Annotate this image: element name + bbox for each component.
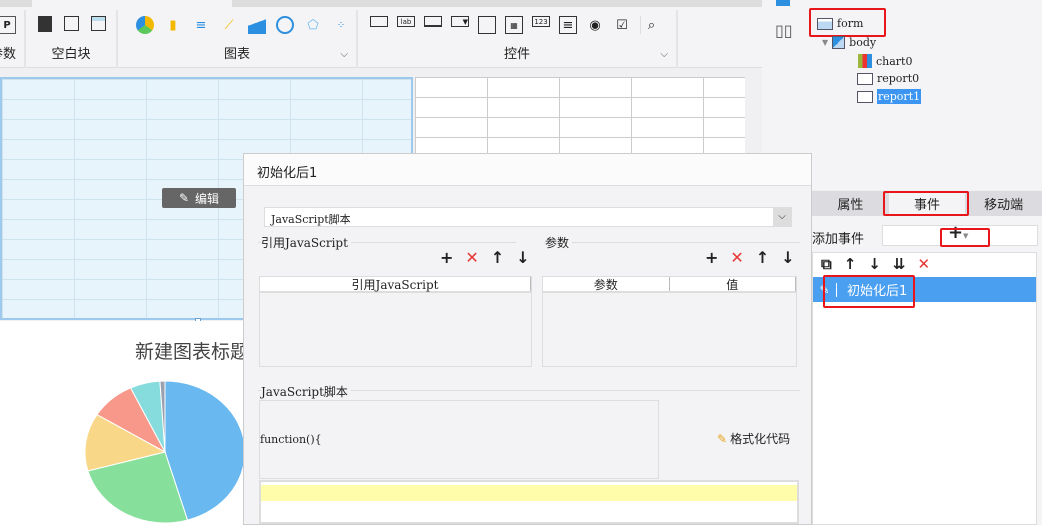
group-label: 参数 [0,47,17,62]
tree-node-body[interactable]: ▼ body [822,36,876,49]
block-icon[interactable] [38,16,52,32]
params-section-label: 参数 [545,234,573,251]
node-label: body [849,36,877,49]
body-icon [832,36,846,49]
chart-icon [858,54,872,68]
column-header: 引用JavaScript [260,277,531,292]
highlight-box [809,8,886,37]
edit-label: 编辑 [195,191,220,206]
bar-chart-icon[interactable]: ▮ [164,16,182,34]
move-up-icon[interactable]: ↑ [844,255,857,273]
move-down-icon[interactable]: ↓ [516,249,529,267]
scatter-chart-icon[interactable]: ⁘ [332,16,350,34]
dialog-title: 初始化后1 [244,154,811,186]
column-header: 值 [670,277,796,292]
tab-block-icon[interactable] [91,16,106,31]
split-block-icon[interactable] [64,16,79,31]
tree-node-report0[interactable]: report0 [857,72,919,85]
group-label: 控件 [503,47,530,62]
code-header-box: function(){ [259,400,659,479]
widget-tree: form ▼ body chart0 report0 report1 [802,0,1042,190]
delete-icon[interactable]: ✕ [730,249,743,267]
ref-js-section-label: 引用JavaScript [261,234,351,251]
move-bottom-icon[interactable]: ⇊ [893,255,906,273]
report-icon [857,90,873,103]
move-up-icon[interactable]: ↑ [491,249,504,267]
label-icon[interactable]: lab [397,16,415,27]
dropdown-icon[interactable]: ▼ [451,16,469,27]
radio-group-icon[interactable]: ◉ [586,16,604,34]
toolbar: P 参数 空白块 ▮ ≡ ⟋ ⬠ ⁘ 图表 ⌵ lab ▼ ▦ 123 ≡ ◉ … [0,0,762,68]
format-code-label: 格式化代码 [730,432,791,446]
combo-icon[interactable] [478,16,496,34]
ref-js-table[interactable]: 引用JavaScript [259,276,532,367]
code-editor[interactable] [259,480,799,524]
column-header: 参数 [543,277,670,292]
query-icon[interactable]: ⌕ [640,16,658,34]
group-blank: 空白块 [26,10,118,68]
event-dialog: 初始化后1 JavaScript脚本 ⌵ 引用JavaScript 参数 + ✕ ↑… [243,153,812,525]
highlight-box [823,275,915,308]
group-label: 空白块 [51,47,91,62]
group-charts: ▮ ≡ ⟋ ⬠ ⁘ 图表 ⌵ [118,10,358,68]
move-up-icon[interactable]: ↑ [756,249,769,267]
code-header-text: function(){ [260,433,322,446]
tree-node-report1[interactable]: report1 [857,89,922,104]
copy-icon[interactable]: ⧉ [821,255,832,273]
date-icon[interactable]: ▦ [505,16,523,34]
area-chart-icon[interactable] [248,16,266,34]
add-event-label: 添加事件 [812,232,865,247]
edit-button[interactable]: ✎ 编辑 [162,188,236,208]
number-icon[interactable]: 123 [532,16,550,27]
move-down-icon[interactable]: ↓ [868,255,881,273]
current-line-highlight [261,485,797,501]
edit-icon: ✎ [178,191,190,205]
chevron-down-icon[interactable]: ⌵ [340,49,348,60]
report-icon [857,72,873,85]
chevron-down-icon[interactable]: ⌵ [660,49,668,60]
widget-tree-icon[interactable] [776,0,790,6]
textbox-icon[interactable] [370,16,388,27]
line-chart-icon[interactable]: ⟋ [220,16,238,34]
node-label: report0 [877,72,920,85]
gauge-chart-icon[interactable] [276,16,294,34]
param-icon[interactable]: P [0,16,16,34]
group-label: 图表 [223,47,250,62]
node-label: report1 [877,89,922,104]
tree-node-chart0[interactable]: chart0 [858,54,912,68]
textarea-icon[interactable]: ≡ [559,16,577,34]
highlight-box [940,228,990,247]
tab-mobile[interactable]: 移动端 [965,191,1042,216]
chart-title: 新建图表标题 [135,341,250,363]
report0-block[interactable] [415,77,745,155]
node-label: chart0 [876,54,913,68]
format-code-button[interactable]: ✎ 格式化代码 [717,431,790,447]
move-down-icon[interactable]: ↓ [781,249,794,267]
script-section-label: JavaScript脚本 [261,383,351,400]
button-icon[interactable] [424,16,442,27]
broom-icon: ✎ [717,432,728,446]
pie-chart-icon[interactable] [136,16,154,34]
horizontal-bar-icon[interactable]: ≡ [192,16,210,34]
type-select[interactable]: JavaScript脚本 ⌵ [264,207,792,227]
add-icon[interactable]: + [440,249,453,267]
highlight-box [883,191,969,216]
tab-strip [0,0,762,7]
delete-icon[interactable]: ✕ [917,255,930,273]
checkbox-group-icon[interactable]: ☑ [613,16,631,34]
tab-properties[interactable]: 属性 [812,191,889,216]
params-table[interactable]: 参数值 [542,276,797,367]
expand-icon[interactable]: ▼ [822,38,828,47]
add-icon[interactable]: + [705,249,718,267]
layout-icon[interactable]: ▯▯ [775,21,793,40]
delete-icon[interactable]: ✕ [465,249,478,267]
chevron-down-icon[interactable]: ⌵ [773,208,791,226]
radar-chart-icon[interactable]: ⬠ [304,16,322,34]
group-params: P 参数 [0,10,26,68]
type-select-value: JavaScript脚本 [271,213,351,226]
group-controls: lab ▼ ▦ 123 ≡ ◉ ☑ ⌕ 控件 ⌵ [358,10,678,68]
